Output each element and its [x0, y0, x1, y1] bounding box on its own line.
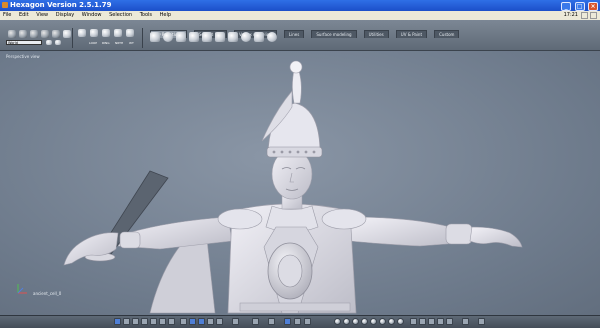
cone-primitive-icon[interactable]	[189, 32, 199, 42]
menubar-close-button[interactable]	[590, 12, 597, 19]
title-bar: Hexagon Version 2.5.1.79 _ □ ×	[0, 0, 600, 11]
plane-primitive-icon[interactable]	[254, 32, 264, 42]
sphere-primitive-icon[interactable]	[163, 32, 173, 42]
view-split-v-icon[interactable]	[132, 318, 139, 325]
character-model[interactable]	[0, 51, 600, 315]
window-title: Hexagon Version 2.5.1.79	[10, 1, 112, 9]
sculpt-tool-icon[interactable]	[52, 30, 60, 38]
pan-icon[interactable]	[268, 318, 275, 325]
material-ball-5-icon[interactable]	[370, 318, 377, 325]
walk-icon[interactable]	[304, 318, 311, 325]
zoom-icon[interactable]	[252, 318, 259, 325]
geosphere-primitive-icon[interactable]	[267, 32, 277, 42]
fog-icon[interactable]	[428, 318, 435, 325]
menu-edit[interactable]: Edit	[16, 11, 32, 20]
rotate-tool-icon[interactable]	[30, 30, 38, 38]
toolbar-separator	[142, 28, 143, 48]
material-ball-7-icon[interactable]	[388, 318, 395, 325]
window-controls: _ □ ×	[560, 1, 598, 11]
view-quad-icon[interactable]	[141, 318, 148, 325]
rotate-view-icon[interactable]	[294, 318, 301, 325]
view-three-icon[interactable]	[150, 318, 157, 325]
perspective-viewport[interactable]: Perspective view ancient_cell_0	[0, 51, 600, 315]
torus-primitive-icon[interactable]	[241, 32, 251, 42]
menu-view[interactable]: View	[33, 11, 51, 20]
menu-bar: File Edit View Display Window Selection …	[0, 11, 600, 20]
select-edge-icon[interactable]	[90, 29, 98, 37]
main-toolbar: World LOOP RING NRTH WT 3D Primitives Se…	[0, 20, 600, 51]
close-button[interactable]: ×	[588, 2, 598, 11]
tab-surface-modeling[interactable]: Surface modeling	[311, 30, 357, 38]
material-ball-2-icon[interactable]	[343, 318, 350, 325]
pyramid-primitive-icon[interactable]	[228, 32, 238, 42]
clock-display: 17:21	[563, 12, 578, 18]
menu-tools[interactable]: Tools	[137, 11, 155, 20]
app-icon	[2, 2, 8, 8]
ambient-icon[interactable]	[437, 318, 444, 325]
view-four-icon[interactable]	[159, 318, 166, 325]
menu-file[interactable]: File	[0, 11, 14, 20]
coordinate-mode-select[interactable]: World	[6, 40, 42, 45]
material-ball-1-icon[interactable]	[334, 318, 341, 325]
background-icon[interactable]	[446, 318, 453, 325]
tab-uv-paint[interactable]: UV & Paint	[395, 30, 428, 38]
ring-label[interactable]: RING	[102, 41, 110, 45]
grid-icon[interactable]	[55, 40, 61, 45]
selected-object-label: ancient_cell_0	[33, 291, 62, 296]
cube-primitive-icon[interactable]	[150, 32, 160, 42]
cylinder-primitive-icon[interactable]	[176, 32, 186, 42]
tab-utilities[interactable]: Utilities	[363, 30, 389, 38]
display-lit-icon[interactable]	[207, 318, 214, 325]
camera-icon[interactable]	[232, 318, 239, 325]
menubar-minimize-button[interactable]	[581, 12, 588, 19]
minimize-button[interactable]: _	[561, 2, 572, 11]
display-shaded-icon[interactable]	[189, 318, 196, 325]
shadow-icon[interactable]	[419, 318, 426, 325]
maximize-button[interactable]: □	[574, 2, 585, 11]
cup-primitive-icon[interactable]	[202, 32, 212, 42]
axis-icon[interactable]	[46, 40, 52, 45]
select-arrow-icon[interactable]	[284, 318, 291, 325]
tube-primitive-icon[interactable]	[215, 32, 225, 42]
menu-selection[interactable]: Selection	[106, 11, 135, 20]
material-ball-4-icon[interactable]	[361, 318, 368, 325]
select-all-icon[interactable]	[126, 29, 134, 37]
view-layout-icon[interactable]	[168, 318, 175, 325]
light-icon[interactable]	[410, 318, 417, 325]
display-wire-icon[interactable]	[180, 318, 187, 325]
render-icon[interactable]	[462, 318, 469, 325]
palette-tabs: 3D Primitives Second Life Vertex modelin…	[150, 21, 461, 38]
menu-help[interactable]: Help	[157, 11, 174, 20]
menu-display[interactable]: Display	[53, 11, 77, 20]
screenshot-icon[interactable]	[478, 318, 485, 325]
tab-lines[interactable]: Lines	[283, 30, 305, 38]
north-label[interactable]: NRTH	[115, 41, 123, 45]
material-ball-8-icon[interactable]	[397, 318, 404, 325]
move-tool-icon[interactable]	[19, 30, 27, 38]
display-grid-icon[interactable]	[216, 318, 223, 325]
view-split-h-icon[interactable]	[123, 318, 130, 325]
paint-tool-icon[interactable]	[63, 30, 71, 38]
display-textured-icon[interactable]	[198, 318, 205, 325]
tab-custom[interactable]: Custom	[434, 30, 460, 38]
view-single-icon[interactable]	[114, 318, 121, 325]
material-ball-3-icon[interactable]	[352, 318, 359, 325]
toolbar-separator	[72, 28, 73, 48]
menu-window[interactable]: Window	[79, 11, 105, 20]
select-face-icon[interactable]	[102, 29, 110, 37]
scale-tool-icon[interactable]	[41, 30, 49, 38]
material-ball-6-icon[interactable]	[379, 318, 386, 325]
select-tool-icon[interactable]	[8, 30, 16, 38]
select-object-icon[interactable]	[114, 29, 122, 37]
select-vertex-icon[interactable]	[78, 29, 86, 37]
loop-label[interactable]: LOOP	[89, 41, 97, 45]
weight-label[interactable]: WT	[129, 41, 134, 45]
bottom-toolbar	[0, 315, 600, 328]
axis-gizmo-icon	[17, 284, 27, 294]
